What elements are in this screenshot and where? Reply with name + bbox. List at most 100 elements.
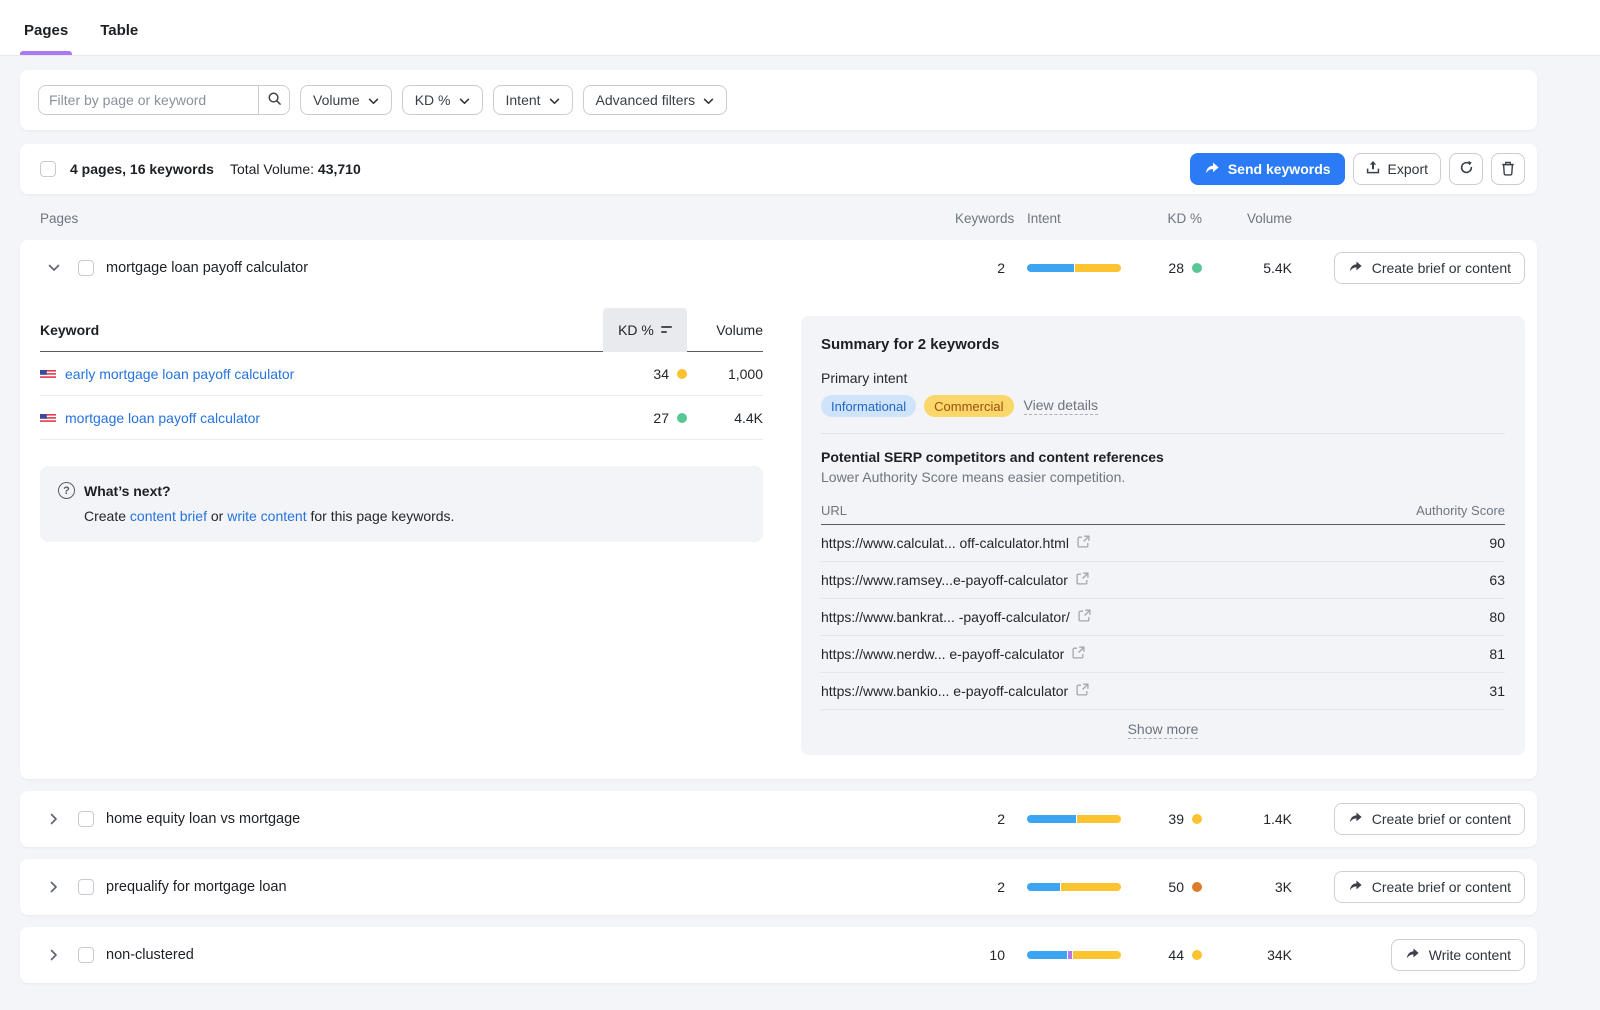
send-arrow-icon (1348, 879, 1363, 895)
page-card-home-equity-loan-vs-mortgage: home equity loan vs mortgage 2 39 1.4K C… (20, 791, 1537, 847)
intent-bar (1027, 815, 1121, 823)
page-kd-value: 28 (1168, 260, 1184, 276)
whats-next-text: Create content brief or write content fo… (58, 508, 743, 524)
serp-url[interactable]: https://www.ramsey...e-payoff-calculator (821, 572, 1068, 588)
write-content-link[interactable]: write content (227, 508, 306, 524)
serp-url-row: https://www.nerdw... e-payoff-calculator… (821, 636, 1505, 673)
page-checkbox[interactable] (78, 260, 94, 276)
create-brief-or-content-button[interactable]: Create brief or content (1334, 803, 1525, 835)
expand-chevron-right-icon[interactable] (46, 879, 62, 895)
column-volume: Volume (1202, 211, 1292, 226)
search-input[interactable] (38, 85, 258, 115)
content-brief-link[interactable]: content brief (130, 508, 207, 524)
refresh-icon (1459, 160, 1474, 178)
page-keywords-count: 2 (955, 260, 1005, 276)
total-volume-label: Total Volume: (230, 161, 314, 177)
page-volume: 34K (1202, 947, 1292, 963)
refresh-button[interactable] (1449, 153, 1483, 185)
tab-pages[interactable]: Pages (20, 22, 72, 55)
chevron-down-icon (549, 92, 560, 108)
page-checkbox[interactable] (78, 947, 94, 963)
action-button-label: Create brief or content (1372, 811, 1511, 827)
keyword-row: early mortgage loan payoff calculator 34… (40, 352, 763, 396)
top-tab-bar: Pages Table (0, 0, 1600, 56)
serp-url-row: https://www.ramsey...e-payoff-calculator… (821, 562, 1505, 599)
keyword-table: Keyword KD % Volume early mortgage loan … (40, 308, 763, 542)
page-kd-value: 44 (1168, 947, 1184, 963)
intent-filter-dropdown[interactable]: Intent (493, 85, 573, 115)
kd-column-header-sorted[interactable]: KD % (603, 308, 687, 352)
serp-url[interactable]: https://www.bankrat... -payoff-calculato… (821, 609, 1070, 625)
serp-url[interactable]: https://www.bankio... e-payoff-calculato… (821, 683, 1068, 699)
panel-divider (821, 433, 1505, 434)
keyword-cell: mortgage loan payoff calculator (40, 410, 603, 426)
keyword-volume: 4.4K (687, 410, 763, 426)
page-volume: 1.4K (1202, 811, 1292, 827)
send-arrow-icon (1348, 811, 1363, 827)
page-title: mortgage loan payoff calculator (106, 260, 308, 276)
send-keywords-button[interactable]: Send keywords (1190, 153, 1345, 185)
kd-filter-dropdown[interactable]: KD % (402, 85, 483, 115)
external-link-icon[interactable] (1076, 683, 1089, 699)
create-brief-or-content-button[interactable]: Create brief or content (1334, 252, 1525, 284)
volume-column-header[interactable]: Volume (687, 322, 763, 338)
question-circle-icon: ? (58, 482, 75, 499)
intent-badges: Informational Commercial View details (821, 395, 1505, 417)
authority-score-column-header: Authority Score (1416, 503, 1505, 518)
volume-filter-dropdown[interactable]: Volume (300, 85, 392, 115)
page-volume: 5.4K (1202, 260, 1292, 276)
write-content-button[interactable]: Write content (1391, 939, 1525, 971)
page-card-prequalify-for-mortgage-loan: prequalify for mortgage loan 2 50 3K Cre… (20, 859, 1537, 915)
tab-table-label: Table (100, 22, 138, 39)
filter-bar: Volume KD % Intent Advanced filters (20, 70, 1537, 130)
column-pages: Pages (40, 211, 955, 226)
kd-difficulty-dot (677, 369, 687, 379)
page-keywords-count: 2 (955, 811, 1005, 827)
authority-score: 80 (1445, 609, 1505, 625)
page-card-non-clustered: non-clustered 10 44 34K Write content (20, 927, 1537, 983)
external-link-icon[interactable] (1076, 572, 1089, 588)
tab-table[interactable]: Table (96, 22, 142, 55)
kd-difficulty-dot (1192, 263, 1202, 273)
view-details-link[interactable]: View details (1024, 397, 1098, 415)
intent-badge-informational: Informational (821, 395, 916, 417)
column-intent: Intent (1027, 211, 1121, 226)
page-keywords-count: 2 (955, 879, 1005, 895)
page-row: home equity loan vs mortgage 2 39 1.4K C… (20, 791, 1537, 847)
column-kd: KD % (1142, 211, 1202, 226)
keyword-link[interactable]: early mortgage loan payoff calculator (65, 366, 294, 382)
search-icon (267, 91, 282, 109)
search-button[interactable] (258, 85, 290, 115)
page-checkbox[interactable] (78, 879, 94, 895)
intent-bar (1027, 264, 1121, 272)
show-more-link[interactable]: Show more (1128, 721, 1199, 739)
page-kd-value: 50 (1168, 879, 1184, 895)
page-card-mortgage-loan-payoff-calculator: mortgage loan payoff calculator 2 28 5.4… (20, 240, 1537, 779)
external-link-icon[interactable] (1072, 646, 1085, 662)
serp-url-row: https://www.bankio... e-payoff-calculato… (821, 673, 1505, 710)
url-table-header: URL Authority Score (821, 497, 1505, 525)
create-brief-or-content-button[interactable]: Create brief or content (1334, 871, 1525, 903)
external-link-icon[interactable] (1078, 609, 1091, 625)
expand-chevron-right-icon[interactable] (46, 811, 62, 827)
expand-chevron-right-icon[interactable] (46, 947, 62, 963)
volume-filter-label: Volume (313, 92, 360, 108)
delete-button[interactable] (1491, 153, 1525, 185)
external-link-icon[interactable] (1077, 535, 1090, 551)
keyword-cell: early mortgage loan payoff calculator (40, 366, 603, 382)
page-row: mortgage loan payoff calculator 2 28 5.4… (20, 240, 1537, 296)
select-all-checkbox[interactable] (40, 161, 56, 177)
serp-url[interactable]: https://www.nerdw... e-payoff-calculator (821, 646, 1064, 662)
advanced-filters-dropdown[interactable]: Advanced filters (583, 85, 728, 115)
keyword-link[interactable]: mortgage loan payoff calculator (65, 410, 260, 426)
page-checkbox[interactable] (78, 811, 94, 827)
action-button-label: Create brief or content (1372, 260, 1511, 276)
page-row: prequalify for mortgage loan 2 50 3K Cre… (20, 859, 1537, 915)
primary-intent-label: Primary intent (821, 370, 1505, 386)
export-button[interactable]: Export (1353, 153, 1441, 185)
serp-url[interactable]: https://www.calculat... off-calculator.h… (821, 535, 1069, 551)
send-arrow-icon (1405, 947, 1420, 963)
action-button-label: Write content (1429, 947, 1511, 963)
advanced-filters-label: Advanced filters (596, 92, 696, 108)
collapse-chevron-down-icon[interactable] (46, 260, 62, 276)
